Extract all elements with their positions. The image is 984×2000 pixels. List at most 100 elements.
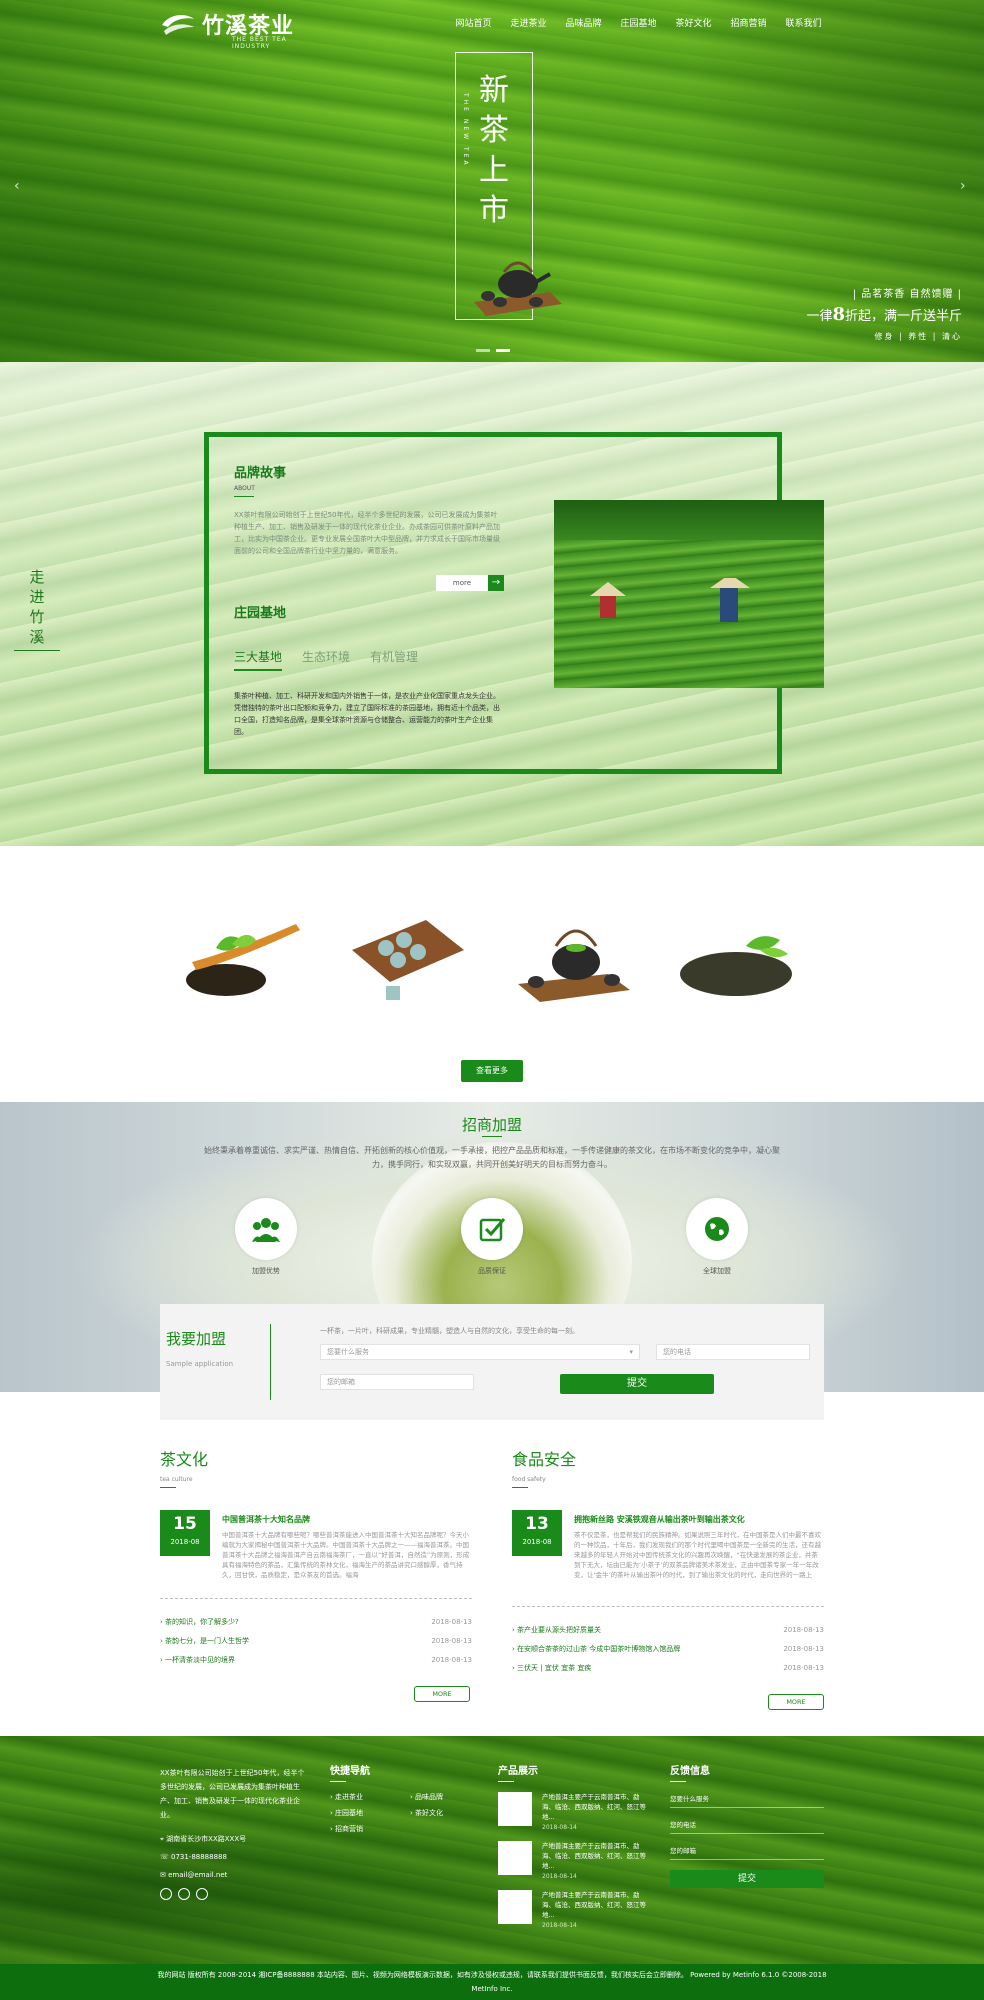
footer-about-text: XX茶叶有限公司始创于上世纪50年代，经半个多世纪的发展，公司已发展成为集茶叶种…	[160, 1769, 305, 1819]
about-more-button[interactable]: more →	[436, 575, 504, 591]
phone-field[interactable]: 您的电话	[656, 1344, 810, 1360]
tea-culture-news: 茶文化 tea culture 15 2018-08 中国普洱茶十大知名品牌 中…	[160, 1446, 472, 1670]
copyright-bar: 我的网站 版权所有 2008-2014 湘ICP备8888888 本站内容、图片…	[0, 1964, 984, 2000]
service-select[interactable]: 您要什么服务 ▾	[320, 1344, 640, 1360]
product-tea-spoon[interactable]	[176, 910, 300, 1010]
nav-contact[interactable]: 联系我们	[776, 16, 831, 29]
slider-dots	[476, 349, 510, 352]
main-nav: 网站首页 走进茶业 品味品牌 庄园基地 茶好文化 招商营销 联系我们	[446, 16, 831, 29]
slogan-line1: | 品茗茶香 自然馈赠 |	[852, 289, 962, 300]
quality-icon-circle[interactable]	[461, 1198, 523, 1260]
tab-organic[interactable]: 有机管理	[370, 648, 418, 671]
tea-field-photo	[554, 500, 824, 688]
product-desc: 产地普洱主要产于云南普洱市、勐海、临沧、西双版纳、红河、怒江等地...	[542, 1842, 646, 1870]
footer-products-divider	[498, 1781, 514, 1782]
join-form: 我要加盟 Sample application 一杯茶，一片叶，科研成果，专业精…	[160, 1304, 824, 1420]
nav-brand[interactable]: 品味品牌	[556, 16, 611, 29]
nav-marketing[interactable]: 招商营销	[721, 16, 776, 29]
brand-en: ABOUT	[234, 485, 255, 492]
product-loose-tea[interactable]	[676, 910, 800, 1010]
footer-quick-nav: 快捷导航 › 走进茶业 › 品味品牌 › 庄园基地 › 茶好文化 › 招商营销	[330, 1762, 480, 1834]
nav-culture[interactable]: 茶好文化	[666, 16, 721, 29]
tab-three-bases[interactable]: 三大基地	[234, 648, 283, 671]
safety-feat-title[interactable]: 拥抱新丝路 安溪铁观音从输出茶叶到输出茶文化	[574, 1514, 824, 1525]
footer-nav-base[interactable]: › 庄园基地	[330, 1808, 410, 1818]
logo-subtitle: THE BEST TEA INDUSTRY	[232, 36, 287, 50]
culture-featured[interactable]: 15 2018-08 中国普洱茶十大知名品牌 中国普洱茶十大品牌有哪些呢？哪些普…	[160, 1510, 472, 1580]
culture-more-button[interactable]: MORE	[414, 1686, 470, 1702]
safety-date-box: 13 2018-08	[512, 1510, 562, 1556]
copyright-line1: 我的网站 版权所有 2008-2014 湘ICP备8888888 本站内容、图片…	[157, 1971, 827, 1979]
product-tea-set[interactable]	[346, 910, 470, 1010]
culture-list: › 茶的知识，你了解多少? 2018-08-13 › 茶韵七分，是一门人生哲学 20…	[160, 1613, 472, 1670]
quick-nav-links: › 走进茶业 › 品味品牌 › 庄园基地 › 茶好文化 › 招商营销	[330, 1792, 480, 1834]
product-date: 2018-08-14	[542, 1824, 577, 1831]
list-item-date: 2018-08-13	[431, 1656, 472, 1664]
product-thumb	[498, 1792, 532, 1826]
list-item[interactable]: › 一杯清茶淡中见的境界 2018-08-13	[160, 1651, 472, 1670]
list-item[interactable]: › 茶的知识，你了解多少? 2018-08-13	[160, 1613, 472, 1632]
email-field[interactable]: 您的邮箱	[320, 1374, 474, 1390]
culture-divider	[160, 1487, 176, 1488]
list-item[interactable]: › 茶产业要从源头把好质量关 2018-08-13	[512, 1621, 824, 1640]
phone-icon: ☏	[160, 1853, 171, 1861]
logo[interactable]: 竹溪茶业 THE BEST TEA INDUSTRY	[160, 8, 294, 50]
slider-dot-1[interactable]	[476, 349, 490, 352]
footer-products: 产品展示 产地普洱主要产于云南普洱市、勐海、临沧、西双版纳、红河、怒江等地...…	[498, 1762, 658, 1929]
list-item[interactable]: › 茶韵七分，是一门人生哲学 2018-08-13	[160, 1632, 472, 1651]
list-item[interactable]: › 三伏天 | 宜伏 宜茶 宜疾 2018-08-13	[512, 1659, 824, 1678]
footer-product-item[interactable]: 产地普洱主要产于云南普洱市、勐海、临沧、西双版纳、红河、怒江等地... 2018-…	[498, 1841, 658, 1880]
list-item-date: 2018-08-13	[783, 1645, 824, 1653]
safety-month: 2018-08	[522, 1538, 552, 1546]
view-more-button[interactable]: 查看更多	[461, 1060, 523, 1082]
logo-leaf-icon	[162, 15, 194, 35]
product-thumb	[498, 1890, 532, 1924]
footer-nav-brand[interactable]: › 品味品牌	[410, 1792, 470, 1802]
feedback-title: 反馈信息	[670, 1766, 710, 1777]
safety-more-button[interactable]: MORE	[768, 1694, 824, 1710]
safety-en: food safety	[512, 1476, 546, 1483]
tea-pickers-illustration	[590, 578, 750, 622]
product-teapot[interactable]	[512, 910, 636, 1010]
footer-product-item[interactable]: 产地普洱主要产于云南普洱市、勐海、临沧、西双版纳、红河、怒江等地... 2018-…	[498, 1792, 658, 1831]
join-submit-button[interactable]: 提交	[560, 1374, 714, 1394]
slider-dot-2[interactable]	[496, 349, 510, 352]
slide-prev-icon[interactable]: ‹	[14, 178, 20, 194]
caret-down-icon: ▾	[629, 1348, 633, 1356]
slide-next-icon[interactable]: ›	[960, 178, 966, 194]
weibo-icon[interactable]	[178, 1888, 190, 1900]
advantage-icon-circle[interactable]	[235, 1198, 297, 1260]
safety-divider	[512, 1487, 528, 1488]
product-desc: 产地普洱主要产于云南普洱市、勐海、临沧、西双版纳、红河、怒江等地...	[542, 1891, 646, 1919]
brand-story: 品牌故事 ABOUT XX茶叶有限公司始创于上世纪50年代，经半个多世纪的发展，…	[234, 462, 504, 557]
franchise-desc: 始终秉承着尊重诚信、求实严谨、热情自信、开拓创新的核心价值观，一手承接，把控产品…	[204, 1146, 780, 1169]
footer-address: ⌖ 湖南省长沙市XX路XXX号	[160, 1835, 247, 1843]
mail-icon: ✉	[160, 1871, 169, 1879]
hero-slogan: | 品茗茶香 自然馈赠 | 一律8折起，满一斤送半斤 修身 | 养性 | 清心	[806, 285, 962, 342]
global-icon-circle[interactable]	[686, 1198, 748, 1260]
footer-nav-culture[interactable]: › 茶好文化	[410, 1808, 470, 1818]
feedback-service-input[interactable]: 您要什么服务	[670, 1790, 824, 1808]
footer-nav-about[interactable]: › 走进茶业	[330, 1792, 410, 1802]
list-item-title: › 在安顺合茶茶的过山茶 今成中国茶叶博物馆入馆品牌	[512, 1645, 681, 1653]
footer-product-item[interactable]: 产地普洱主要产于云南普洱市、勐海、临沧、西双版纳、红河、怒江等地... 2018-…	[498, 1890, 658, 1929]
feedback-email-input[interactable]: 您的邮箱	[670, 1842, 824, 1860]
culture-title: 茶文化	[160, 1450, 209, 1469]
qq-icon[interactable]	[196, 1888, 208, 1900]
safety-featured[interactable]: 13 2018-08 拥抱新丝路 安溪铁观音从输出茶叶到输出茶文化 茶不仅是茶，…	[512, 1510, 824, 1580]
footer-nav-marketing[interactable]: › 招商营销	[330, 1824, 410, 1834]
nav-about[interactable]: 走进茶业	[501, 16, 556, 29]
nav-home[interactable]: 网站首页	[446, 16, 501, 29]
culture-feat-title[interactable]: 中国普洱茶十大知名品牌	[222, 1514, 472, 1525]
wechat-icon[interactable]	[160, 1888, 172, 1900]
culture-feat-text: 中国普洱茶十大品牌有哪些呢？哪些普洱茶能进入中国普洱茶十大知名品牌呢？今天小编就…	[222, 1531, 470, 1579]
tab-ecology[interactable]: 生态环境	[302, 648, 350, 671]
culture-en: tea culture	[160, 1476, 193, 1483]
list-item[interactable]: › 在安顺合茶茶的过山茶 今成中国茶叶博物馆入馆品牌 2018-08-13	[512, 1640, 824, 1659]
footer-overlay	[0, 1736, 984, 1964]
safety-day: 13	[525, 1514, 549, 1534]
nav-base[interactable]: 庄园基地	[611, 16, 666, 29]
feedback-phone-input[interactable]: 您的电话	[670, 1816, 824, 1834]
feedback-submit-button[interactable]: 提交	[670, 1870, 824, 1888]
footer-feedback: 反馈信息 您要什么服务 您的电话 您的邮箱 提交	[670, 1762, 830, 1888]
